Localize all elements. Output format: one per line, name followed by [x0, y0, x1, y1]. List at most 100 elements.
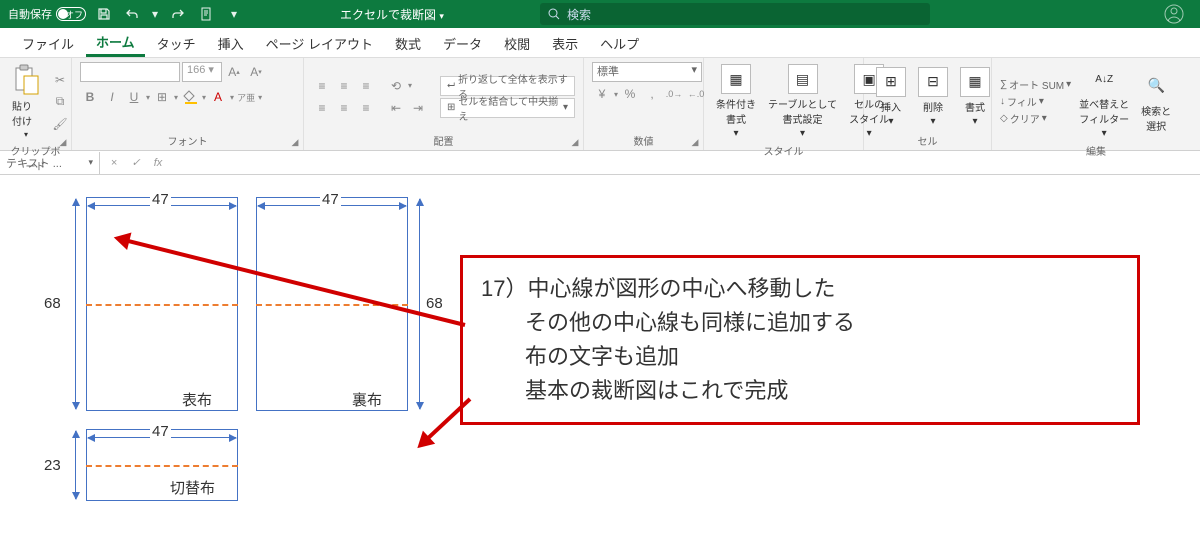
- dialog-launcher-icon[interactable]: ◢: [569, 136, 581, 148]
- dialog-launcher-icon[interactable]: ◢: [689, 136, 701, 148]
- group-style-label: スタイル: [712, 141, 855, 158]
- ribbon-tabs: ファイル ホーム タッチ 挿入 ページ レイアウト 数式 データ 校閲 表示 ヘ…: [0, 28, 1200, 58]
- search-placeholder: 検索: [567, 6, 591, 23]
- tab-view[interactable]: 表示: [542, 30, 588, 57]
- dim-arrow-v3: [75, 431, 76, 499]
- group-cells-label: セル: [872, 131, 983, 148]
- currency-icon[interactable]: ¥: [592, 84, 612, 104]
- delete-cells-button[interactable]: ⊟削除▾: [914, 65, 952, 129]
- callout-line4: 基本の裁断図はこれで完成: [481, 374, 1119, 408]
- save-icon[interactable]: [94, 4, 114, 24]
- format-cells-button[interactable]: ▦書式▾: [956, 65, 994, 129]
- account-icon[interactable]: [1154, 0, 1194, 28]
- find-select-button[interactable]: 🔍検索と 選択: [1137, 69, 1175, 135]
- tab-touch[interactable]: タッチ: [147, 30, 206, 57]
- cut-icon[interactable]: ✂: [50, 70, 70, 90]
- sort-label: 並べ替えと フィルター: [1079, 96, 1129, 126]
- chevron-down-icon[interactable]: ▾: [150, 4, 160, 24]
- tab-page-layout[interactable]: ページ レイアウト: [256, 30, 383, 57]
- align-bottom-icon[interactable]: ≡: [356, 76, 376, 96]
- align-left-icon[interactable]: ≡: [312, 98, 332, 118]
- merge-label: セルを結合して中央揃え: [458, 93, 560, 123]
- label-omote: 表布: [182, 389, 212, 410]
- decrease-indent-icon[interactable]: ⇤: [386, 98, 406, 118]
- orientation-icon[interactable]: ⟲: [386, 76, 406, 96]
- tab-help[interactable]: ヘルプ: [590, 30, 649, 57]
- dialog-launcher-icon[interactable]: ◢: [57, 136, 69, 148]
- centerline-kirikae: [86, 465, 238, 467]
- worksheet-canvas[interactable]: 47 68 表布 47 68 裏布 47 23 切替布 17）中心線が図形の中心…: [0, 175, 1200, 553]
- dim-w3: 47: [150, 423, 171, 440]
- ribbon: 貼り付け▾ ✂ ⧉ 🖌 クリップボード ◢ 166 ▾ A▴ A▾ B I U▾…: [0, 58, 1200, 151]
- fill-label: フィル: [1007, 94, 1037, 109]
- dialog-launcher-icon[interactable]: ◢: [289, 136, 301, 148]
- sort-filter-button[interactable]: A↓Z並べ替えと フィルター▾: [1075, 62, 1133, 141]
- fx-icon[interactable]: fx: [148, 153, 168, 173]
- qat-customize-icon[interactable]: ▾: [224, 4, 244, 24]
- autosave-label: 自動保存: [8, 6, 52, 22]
- align-middle-icon[interactable]: ≡: [334, 76, 354, 96]
- font-size-select[interactable]: 166 ▾: [182, 62, 222, 82]
- delete-label: 削除: [923, 99, 943, 114]
- autosave-state: オフ: [65, 8, 83, 21]
- increase-decimal-icon[interactable]: .0→: [664, 84, 684, 104]
- increase-indent-icon[interactable]: ⇥: [408, 98, 428, 118]
- percent-icon[interactable]: %: [620, 84, 640, 104]
- decrease-font-icon[interactable]: A▾: [246, 62, 266, 82]
- align-top-icon[interactable]: ≡: [312, 76, 332, 96]
- annotation-callout: 17）中心線が図形の中心へ移動した その他の中心線も同様に追加する 布の文字も追…: [460, 255, 1140, 425]
- italic-button[interactable]: I: [102, 87, 122, 107]
- format-label: 書式: [965, 99, 985, 114]
- increase-font-icon[interactable]: A▴: [224, 62, 244, 82]
- group-clipboard-label: クリップボード: [8, 141, 63, 173]
- dim-w1: 47: [150, 191, 171, 208]
- redo-icon[interactable]: [168, 4, 188, 24]
- tab-file[interactable]: ファイル: [12, 30, 84, 57]
- toggle-off[interactable]: オフ: [56, 7, 86, 21]
- number-format-select[interactable]: 標準 ▾: [592, 62, 702, 82]
- copy-icon[interactable]: ⧉: [50, 92, 70, 112]
- dim-arrow-v1: [75, 199, 76, 409]
- group-number-label: 数値: [592, 131, 695, 148]
- label-kirikae: 切替布: [170, 477, 215, 498]
- callout-line2: その他の中心線も同様に追加する: [481, 306, 1119, 340]
- centerline-omote: [86, 304, 238, 306]
- bold-button[interactable]: B: [80, 87, 100, 107]
- cancel-formula-icon[interactable]: ×: [104, 153, 124, 173]
- format-as-table-button[interactable]: ▤テーブルとして 書式設定▾: [764, 62, 841, 141]
- chevron-down-icon[interactable]: ▾: [439, 11, 444, 21]
- tab-insert[interactable]: 挿入: [208, 30, 254, 57]
- dim-h3: 23: [44, 457, 61, 474]
- tab-formulas[interactable]: 数式: [385, 30, 431, 57]
- tab-home[interactable]: ホーム: [86, 28, 145, 57]
- font-color-button[interactable]: A: [208, 87, 228, 107]
- undo-icon[interactable]: [122, 4, 142, 24]
- group-edit-label: 編集: [1000, 141, 1192, 158]
- dim-h1: 68: [44, 295, 61, 312]
- border-button[interactable]: ⊞: [152, 87, 172, 107]
- font-name-select[interactable]: [80, 62, 180, 82]
- autosave-toggle[interactable]: 自動保存 オフ: [8, 6, 86, 22]
- align-center-icon[interactable]: ≡: [334, 98, 354, 118]
- merge-center-button[interactable]: ⊞ セルを結合して中央揃え ▾: [440, 98, 575, 118]
- autosum-button[interactable]: ∑ オート SUM ▾: [1000, 77, 1071, 92]
- align-right-icon[interactable]: ≡: [356, 98, 376, 118]
- conditional-format-button[interactable]: ▦条件付き 書式▾: [712, 62, 760, 141]
- enter-formula-icon[interactable]: ✓: [126, 153, 146, 173]
- clear-button[interactable]: ◇ クリア ▾: [1000, 111, 1071, 126]
- fill-color-button[interactable]: [180, 87, 200, 107]
- numfmt-value: 標準: [597, 66, 619, 78]
- font-size-value: 166: [187, 64, 205, 76]
- group-align-label: 配置: [312, 131, 575, 148]
- format-painter-icon[interactable]: 🖌: [50, 114, 70, 134]
- search-box[interactable]: 検索: [540, 3, 930, 25]
- phonetic-icon[interactable]: ア亜: [236, 87, 256, 107]
- insert-cells-button[interactable]: ⊞挿入▾: [872, 65, 910, 129]
- tab-review[interactable]: 校閲: [494, 30, 540, 57]
- fill-button[interactable]: ↓ フィル ▾: [1000, 94, 1071, 109]
- print-preview-icon[interactable]: [196, 4, 216, 24]
- tab-data[interactable]: データ: [433, 30, 492, 57]
- comma-icon[interactable]: ,: [642, 84, 662, 104]
- paste-button[interactable]: 貼り付け▾: [8, 62, 44, 141]
- underline-button[interactable]: U: [124, 87, 144, 107]
